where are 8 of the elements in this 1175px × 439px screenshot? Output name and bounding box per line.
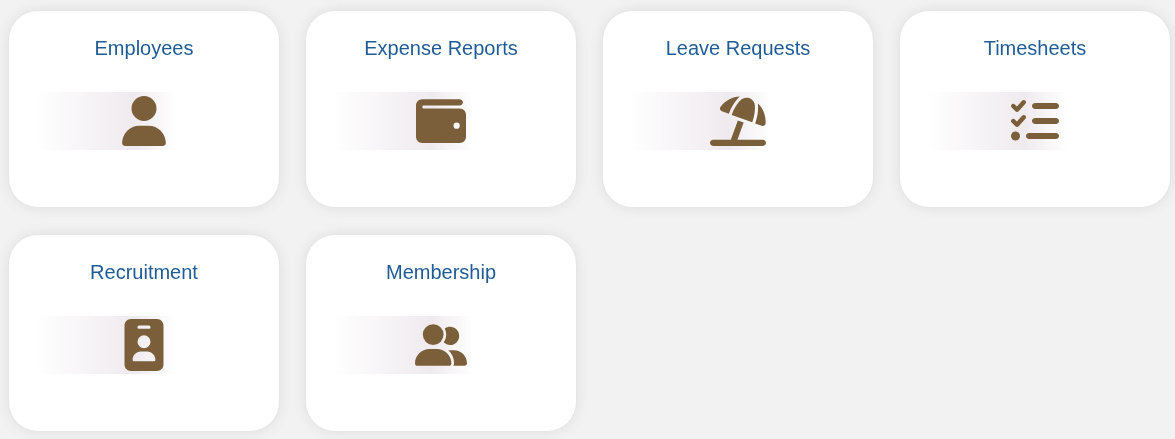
- app-tile[interactable]: Leave Requests: [602, 10, 874, 208]
- app-tile[interactable]: Membership: [305, 234, 577, 432]
- app-tile[interactable]: Expense Reports: [305, 10, 577, 208]
- app-tile[interactable]: Recruitment: [8, 234, 280, 432]
- app-tile[interactable]: Employees: [8, 10, 280, 208]
- person-icon: [119, 96, 169, 146]
- wallet-icon: [416, 96, 466, 146]
- app-tile[interactable]: Timesheets: [899, 10, 1171, 208]
